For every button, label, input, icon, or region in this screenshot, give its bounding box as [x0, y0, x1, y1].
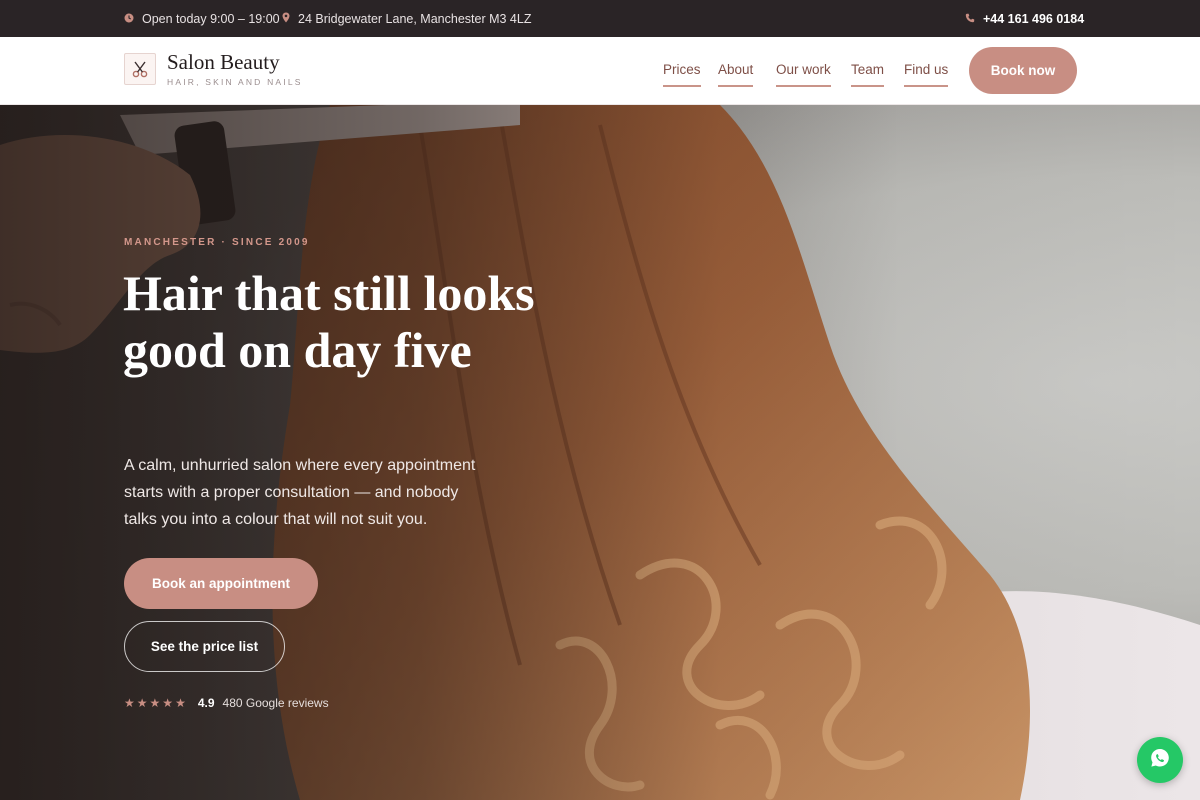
whatsapp-chat-button[interactable] [1137, 737, 1183, 783]
address-text: 24 Bridgewater Lane, Manchester M3 4LZ [298, 11, 532, 26]
hero-subtext: A calm, unhurried salon where every appo… [124, 457, 476, 528]
nav-item-find-us[interactable]: Find us [904, 62, 949, 87]
hero-headline: Hair that still looks good on day five [123, 265, 535, 378]
star-icon: ★ [136, 696, 150, 710]
top-info-bar: Open today 9:00 – 19:00 24 Bridgewater L… [0, 0, 1200, 37]
brand-name: Salon Beauty [167, 50, 280, 74]
scissors-icon [124, 53, 156, 85]
opening-hours-text: Open today 9:00 – 19:00 [142, 11, 280, 26]
map-pin-icon [282, 12, 290, 26]
star-icon: ★ [124, 696, 137, 710]
address: 24 Bridgewater Lane, Manchester M3 4LZ [282, 0, 531, 37]
nav-item-about[interactable]: About [718, 62, 754, 87]
star-icon: ★ [162, 696, 176, 710]
nav-item-prices[interactable]: Prices [663, 62, 701, 87]
brand-tagline: HAIR, SKIN AND NAILS [167, 77, 303, 87]
reviews-count: 480 Google reviews [222, 696, 329, 710]
book-appointment-button[interactable]: Book an appointment [124, 558, 318, 609]
hero-section: MANCHESTER · SINCE 2009 Hair that still … [0, 105, 1200, 800]
price-list-button[interactable]: See the price list [124, 621, 285, 672]
star-icon: ★ [149, 696, 163, 710]
rating-stars: ★★★★★ [124, 696, 188, 710]
google-rating: ★★★★★ 4.9 480 Google reviews [124, 696, 329, 710]
rating-score: 4.9 [197, 696, 215, 710]
brand[interactable]: Salon Beauty HAIR, SKIN AND NAILS [124, 51, 303, 87]
phone-number[interactable]: +44 161 496 0184 [983, 12, 1084, 26]
star-icon: ★ [175, 696, 188, 710]
hero-eyebrow: MANCHESTER · SINCE 2009 [124, 237, 310, 248]
phone-link[interactable]: +44 161 496 0184 [965, 0, 1084, 37]
book-now-button[interactable]: Book now [969, 47, 1077, 94]
clock-icon [124, 12, 134, 26]
phone-icon [965, 12, 975, 26]
whatsapp-icon [1148, 746, 1172, 775]
nav-item-team[interactable]: Team [851, 62, 885, 87]
nav-item-our-work[interactable]: Our work [776, 62, 831, 87]
opening-hours: Open today 9:00 – 19:00 [124, 0, 280, 37]
